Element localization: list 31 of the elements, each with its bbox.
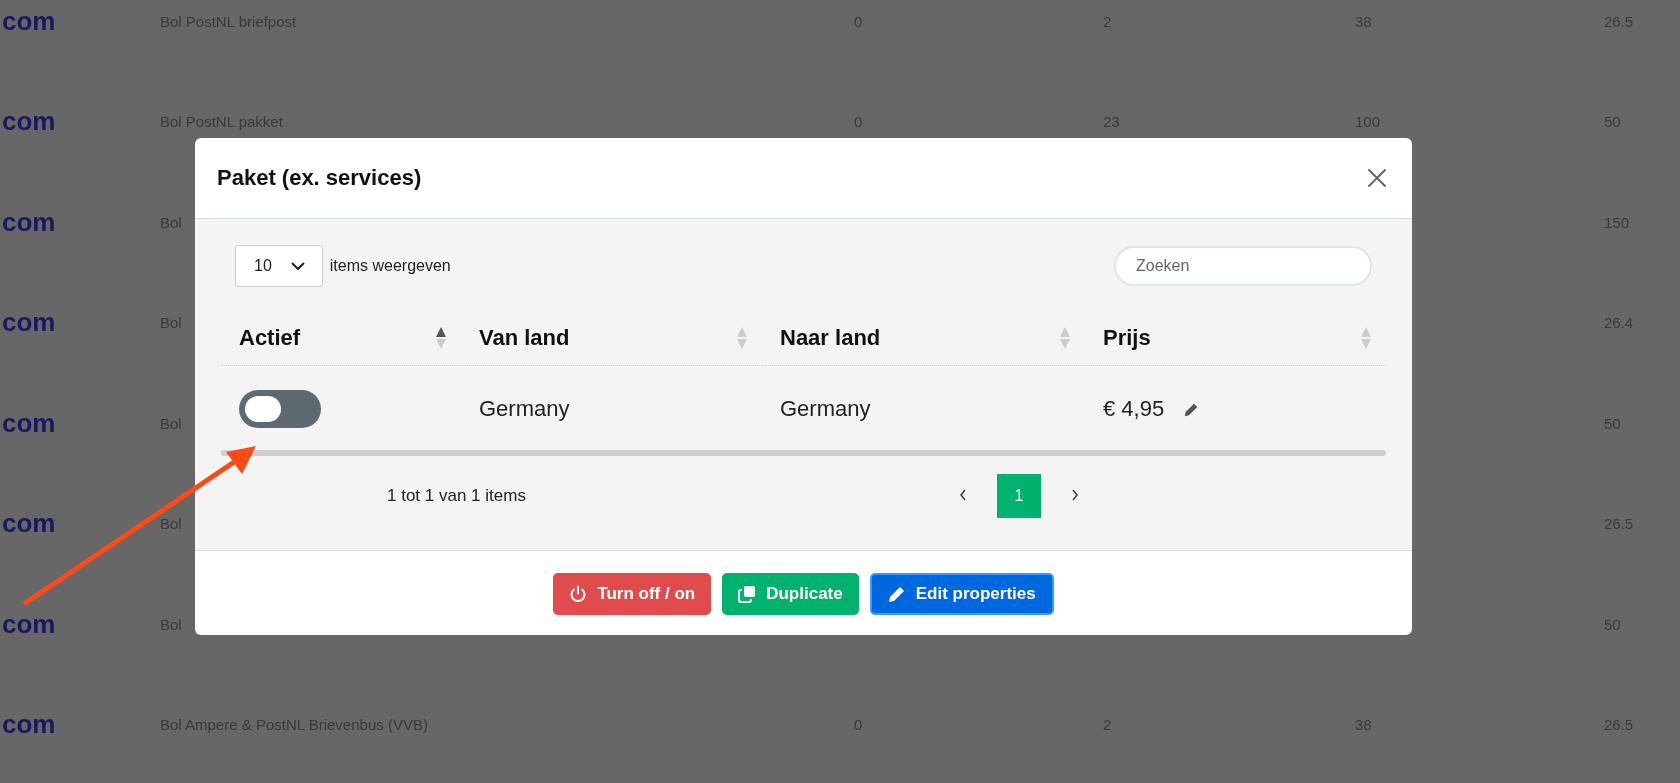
pencil-icon — [887, 585, 906, 603]
page-size-label: items weergeven — [329, 257, 451, 275]
column-header[interactable]: Naar land — [780, 325, 881, 351]
copy-icon — [738, 585, 757, 603]
logo-text: com — [2, 709, 56, 741]
close-icon[interactable] — [1366, 167, 1388, 189]
table-cell: Germany — [780, 396, 871, 421]
scrollbar[interactable] — [221, 450, 1386, 456]
page-size-dropdown[interactable]: 10 — [235, 245, 323, 287]
logo-text: com — [2, 5, 56, 37]
edit-button[interactable]: Edit properties — [869, 573, 1054, 615]
pencil-icon[interactable] — [1184, 401, 1200, 417]
table-cell: € 4,95 — [1103, 396, 1165, 422]
sort-icon[interactable] — [435, 326, 447, 350]
column-header[interactable]: Van land — [479, 325, 570, 351]
power-icon — [569, 585, 588, 603]
column-header[interactable]: Actief — [239, 325, 301, 351]
logo-text: com — [2, 106, 56, 138]
search-field[interactable]: Zoeken — [1114, 246, 1372, 286]
dialog-title: Paket (ex. services) — [217, 165, 422, 191]
logo-text: com — [2, 407, 56, 439]
logo-text: com — [2, 508, 56, 540]
item-count: 1 tot 1 van 1 items — [387, 486, 527, 506]
column-header[interactable]: Prijs — [1103, 325, 1151, 351]
chevron-down-icon — [289, 261, 306, 271]
toggle-switch[interactable] — [239, 390, 321, 428]
table-cell: Germany — [479, 396, 570, 421]
logo-text: com — [2, 206, 56, 238]
toggle-button[interactable]: Turn off / on — [553, 573, 712, 615]
logo-text: com — [2, 608, 56, 640]
logo-text: com — [2, 307, 56, 339]
